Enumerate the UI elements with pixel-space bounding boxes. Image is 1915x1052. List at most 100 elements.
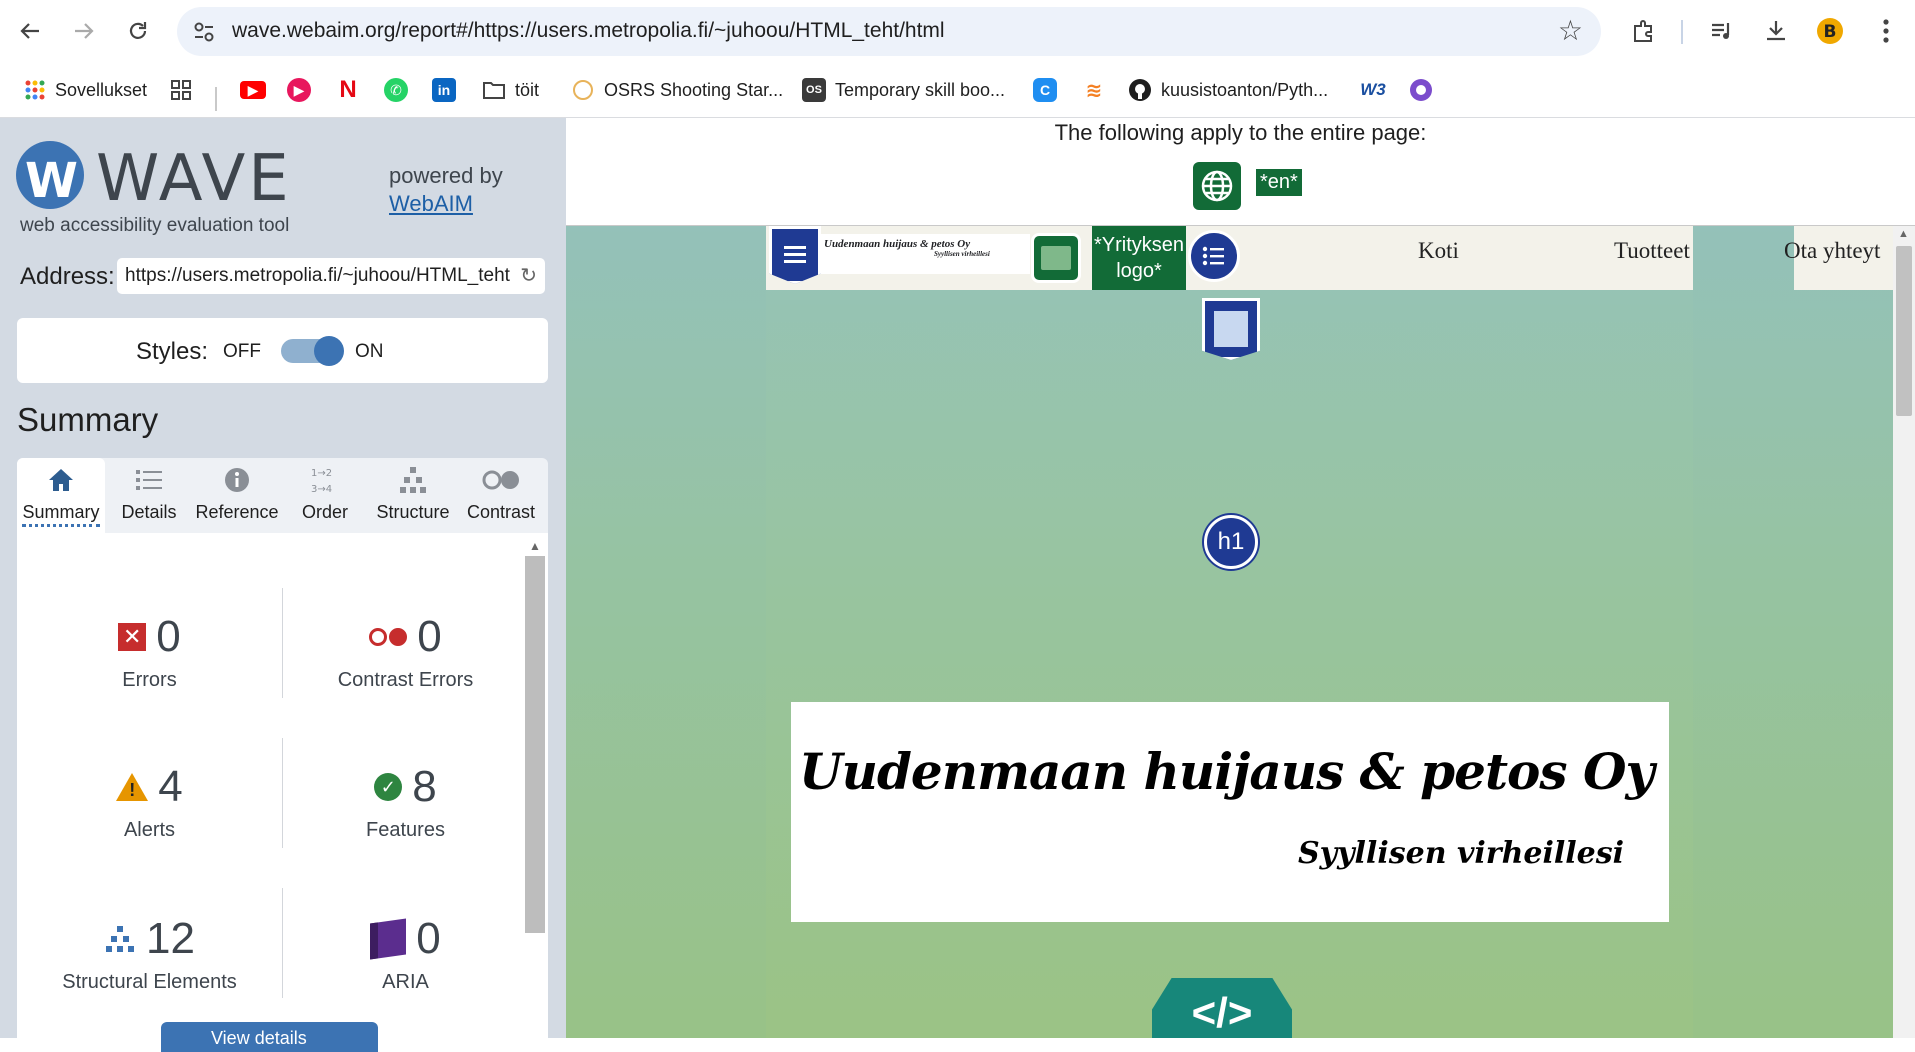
alt-text-badge[interactable]: *Yrityksen logo* [1092, 226, 1186, 290]
page-preview: The following apply to the entire page: … [566, 118, 1915, 1038]
forward-button[interactable] [64, 11, 104, 51]
bookmark-apps[interactable]: Sovellukset [24, 74, 147, 106]
address-bar[interactable]: wave.webaim.org/report#/https://users.me… [177, 7, 1601, 56]
whatsapp-icon: ✆ [384, 78, 408, 102]
order-icon: 1→2 3→4 [281, 458, 369, 502]
list-badge-icon[interactable] [1188, 230, 1240, 282]
reload-button[interactable] [118, 11, 158, 51]
stat-aria[interactable]: 0 ARIA [283, 913, 528, 994]
bookmark-github[interactable]: kuusistoanton/Pyth... [1128, 74, 1328, 106]
tab-details[interactable]: Details [105, 458, 193, 533]
ruutu-play-icon: ▶ [287, 78, 311, 102]
site-logo[interactable]: Uudenmaan huijaus & petos Oy Syyllisen v… [820, 234, 1030, 274]
tab-summary[interactable]: Summary [17, 458, 105, 533]
bookmark-ruutu[interactable]: ▶ [287, 74, 311, 106]
wave-logo-text: WAVE [96, 142, 292, 216]
nav-link-koti[interactable]: Koti [1418, 238, 1459, 264]
header-region-badge-icon[interactable] [1202, 298, 1260, 360]
address-label: Address: [20, 263, 115, 290]
media-queue-icon[interactable] [1704, 13, 1740, 49]
stat-features[interactable]: ✓ 8 Features [283, 761, 528, 842]
bookmark-stackoverflow[interactable]: ≋ [1082, 74, 1106, 106]
nav-link-contact[interactable]: Ota yhteyt [1784, 238, 1880, 264]
h1-heading-badge[interactable]: h1 [1204, 515, 1258, 569]
structural-count: 12 [146, 914, 195, 963]
bookmark-whatsapp[interactable]: ✆ [384, 74, 408, 106]
svg-text:B: B [1824, 22, 1837, 42]
lifebuoy-icon [1410, 79, 1432, 101]
bookmark-star-icon[interactable]: ☆ [1558, 14, 1583, 47]
preview-scroll-thumb[interactable] [1896, 246, 1912, 416]
stat-structural[interactable]: 12 Structural Elements [27, 913, 272, 994]
language-badge[interactable]: *en* [1256, 169, 1302, 196]
github-icon [1129, 79, 1151, 101]
region-badge-icon[interactable] [769, 226, 821, 284]
features-count: 8 [412, 762, 437, 811]
contrast-icon [457, 458, 545, 502]
info-icon [193, 458, 281, 502]
refresh-icon[interactable]: ↻ [520, 263, 537, 288]
styles-label: Styles: [136, 338, 209, 365]
error-icon: ✕ [118, 623, 147, 651]
bookmark-netflix[interactable]: N [336, 74, 360, 106]
tab-reference[interactable]: Reference [193, 458, 281, 533]
wave-logo-icon: W [16, 141, 84, 209]
stat-alerts[interactable]: 4 Alerts [27, 761, 272, 842]
nav-link-tuotteet[interactable]: Tuotteet [1614, 238, 1690, 264]
language-globe-icon[interactable] [1193, 162, 1241, 210]
bookmark-youtube[interactable]: ▶ [240, 74, 266, 106]
bitcoin-extension-icon[interactable]: B [1812, 13, 1848, 49]
aria-label: ARIA [382, 971, 429, 993]
styles-toggle[interactable] [281, 336, 344, 366]
bookmark-extra[interactable] [1408, 74, 1434, 106]
bookmark-osrs[interactable]: OSRS Shooting Star... [571, 74, 783, 106]
code-element-badge[interactable]: </> [1152, 978, 1292, 1038]
applies-text: The following apply to the entire page: [1054, 120, 1427, 145]
forward-arrow-icon [75, 23, 94, 39]
tab-order[interactable]: 1→2 3→4 Order [281, 458, 369, 533]
scroll-up-arrow-icon[interactable]: ▲ [529, 539, 541, 553]
bookmark-w3schools[interactable]: W3 [1360, 74, 1386, 106]
stat-errors[interactable]: ✕ 0 Errors [27, 611, 272, 692]
tab-label: Reference [195, 502, 279, 522]
webaim-link[interactable]: WebAIM [389, 191, 473, 216]
url-text[interactable]: wave.webaim.org/report#/https://users.me… [232, 19, 945, 43]
svg-text:1→2: 1→2 [311, 468, 332, 479]
structure-icon [369, 458, 457, 502]
scroll-up-arrow-icon[interactable]: ▲ [1898, 228, 1909, 240]
site-info-icon[interactable] [189, 17, 219, 47]
panel-tabs: Summary Details Reference 1→2 3→4 Order S… [17, 458, 548, 533]
structure-elements-icon [106, 926, 135, 952]
errors-label: Errors [122, 669, 177, 691]
toggle-knob [314, 336, 344, 366]
view-details-button[interactable]: View details [161, 1022, 378, 1052]
menu-kebab-icon[interactable] [1868, 13, 1904, 49]
stackoverflow-icon: ≋ [1085, 79, 1103, 102]
site-render: Uudenmaan huijaus & petos Oy Syyllisen v… [566, 226, 1893, 1038]
panel-scroll-thumb[interactable] [525, 556, 545, 933]
bookmark-linkedin[interactable]: in [432, 74, 456, 106]
back-button[interactable] [10, 11, 50, 51]
image-badge-icon[interactable] [1031, 233, 1081, 283]
reload-icon [129, 22, 147, 39]
tab-structure[interactable]: Structure [369, 458, 457, 533]
bookmark-label: Temporary skill boo... [835, 79, 1006, 100]
bookmark-folder-toit[interactable]: töit [482, 74, 539, 106]
powered-by-text: powered by [389, 163, 503, 188]
tab-contrast[interactable]: Contrast [457, 458, 545, 533]
bookmark-separator [215, 87, 217, 111]
address-input[interactable] [125, 263, 510, 289]
extensions-icon[interactable] [1626, 13, 1662, 49]
hero-subtitle: Syyllisen virheillesi [1298, 836, 1625, 871]
alert-icon [116, 773, 149, 801]
tab-label: Structure [376, 502, 450, 522]
address-field[interactable]: ↻ [117, 258, 545, 294]
bookmark-skill[interactable]: OS Temporary skill boo... [802, 74, 1005, 106]
bookmark-c[interactable]: C [1033, 74, 1057, 106]
stat-contrast-errors[interactable]: 0 Contrast Errors [283, 611, 528, 692]
download-icon[interactable] [1758, 13, 1794, 49]
back-arrow-icon [20, 23, 39, 39]
bookmark-tab-groups[interactable] [170, 74, 192, 106]
preview-scrollbar[interactable]: ▲ [1893, 226, 1915, 1038]
alerts-count: 4 [158, 762, 183, 811]
